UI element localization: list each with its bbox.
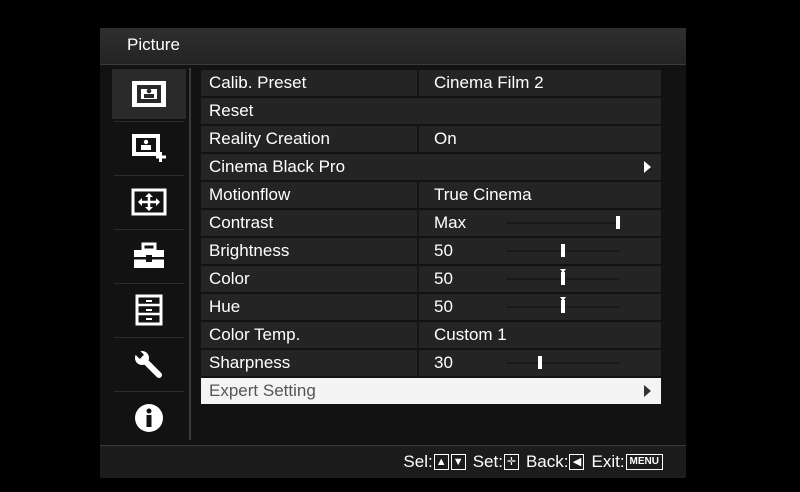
setting-label: Color Temp. <box>209 325 301 344</box>
setting-row-color-temp[interactable]: Color Temp. Custom 1 <box>201 322 661 348</box>
setting-row-reality-creation[interactable]: Reality Creation On <box>201 126 661 152</box>
back-hint-label: Back: <box>525 452 569 471</box>
info-icon <box>135 404 163 432</box>
row-separator <box>417 266 419 292</box>
row-separator <box>417 350 419 376</box>
setting-label: Reality Creation <box>209 129 330 148</box>
enter-key-icon: ✛ <box>503 454 519 470</box>
sidebar-divider <box>189 68 191 440</box>
setting-label: Brightness <box>209 241 290 260</box>
slider-center-mark <box>560 269 566 273</box>
value-slider[interactable] <box>506 244 620 257</box>
slider-thumb[interactable] <box>561 272 565 285</box>
setting-value: On <box>434 129 457 148</box>
menu-title-bar: Picture <box>100 28 686 65</box>
back-arrow-icon: ◀ <box>569 454 585 470</box>
value-slider[interactable] <box>506 216 620 229</box>
setting-row-motionflow[interactable]: Motionflow True Cinema <box>201 182 661 208</box>
settings-list: Calib. Preset Cinema Film 2 Reset Reality C… <box>201 70 661 406</box>
row-separator <box>417 70 419 96</box>
setting-row-calib-preset[interactable]: Calib. Preset Cinema Film 2 <box>201 70 661 96</box>
sidebar-item-cabinet[interactable] <box>112 285 186 338</box>
category-sidebar <box>106 65 186 446</box>
setting-row-color[interactable]: Color 50 <box>201 266 661 292</box>
setting-value: Custom 1 <box>434 325 507 344</box>
down-arrow-icon: ▼ <box>450 454 466 470</box>
footer-hints: Sel: ▲ ▼ Set: ✛ Back: ◀ Exit: MENU <box>100 445 686 478</box>
submenu-arrow-icon <box>644 385 651 397</box>
value-slider[interactable] <box>506 269 620 285</box>
setting-label: Contrast <box>209 213 274 232</box>
sidebar-item-picture-add[interactable] <box>112 123 186 176</box>
row-separator <box>417 322 419 348</box>
exit-hint-label: Exit: <box>591 452 625 471</box>
setting-value: True Cinema <box>434 185 532 204</box>
setting-label: Sharpness <box>209 353 291 372</box>
row-separator <box>417 182 419 208</box>
setting-value: 30 <box>434 353 453 372</box>
slider-thumb[interactable] <box>561 300 565 313</box>
sidebar-item-wrench[interactable] <box>112 339 186 392</box>
cabinet-icon <box>135 294 163 326</box>
setting-row-cinema-black-pro[interactable]: Cinema Black Pro <box>201 154 661 180</box>
setting-value: Max <box>434 213 467 232</box>
row-separator <box>417 126 419 152</box>
setting-label: Calib. Preset <box>209 73 307 92</box>
slider-thumb[interactable] <box>561 244 565 257</box>
setting-value: 50 <box>434 241 453 260</box>
toolbox-icon <box>134 242 164 268</box>
menu-key-icon: MENU <box>625 454 663 470</box>
wrench-icon <box>134 349 162 378</box>
sidebar-item-toolbox[interactable] <box>112 231 186 284</box>
setting-label: Color <box>209 269 250 288</box>
sidebar-item-info[interactable] <box>112 393 186 446</box>
picture-icon <box>132 81 166 107</box>
picture-add-icon <box>132 134 166 162</box>
slider-thumb[interactable] <box>616 216 620 229</box>
value-slider[interactable] <box>506 297 620 313</box>
setting-label: Reset <box>209 101 254 120</box>
setting-row-contrast[interactable]: Contrast Max <box>201 210 661 236</box>
row-separator <box>417 210 419 236</box>
select-hint-label: Sel: <box>403 452 433 471</box>
setting-value: Cinema Film 2 <box>434 73 544 92</box>
submenu-arrow-icon <box>644 161 651 173</box>
setting-value: 50 <box>434 297 453 316</box>
row-separator <box>417 238 419 264</box>
setting-label: Hue <box>209 297 241 316</box>
up-arrow-icon: ▲ <box>433 454 449 470</box>
slider-thumb[interactable] <box>538 356 543 369</box>
menu-title: Picture <box>127 35 180 54</box>
slider-center-mark <box>560 297 566 301</box>
setting-row-expert-setting[interactable]: Expert Setting <box>201 378 661 404</box>
value-slider[interactable] <box>506 356 620 369</box>
sidebar-item-picture[interactable] <box>112 69 186 122</box>
setting-value: 50 <box>434 269 453 288</box>
set-hint-label: Set: <box>472 452 503 471</box>
setting-label: Motionflow <box>209 185 291 204</box>
setting-row-reset[interactable]: Reset <box>201 98 661 124</box>
setting-label: Cinema Black Pro <box>209 157 346 176</box>
picture-menu-window: Picture Calib. Preset Cinema Film 2 Rese… <box>100 28 686 478</box>
setting-row-brightness[interactable]: Brightness 50 <box>201 238 661 264</box>
screen-icon <box>131 188 167 216</box>
setting-label: Expert Setting <box>209 381 316 400</box>
setting-row-sharpness[interactable]: Sharpness 30 <box>201 350 661 376</box>
sidebar-item-screen[interactable] <box>112 177 186 230</box>
row-separator <box>417 294 419 320</box>
setting-row-hue[interactable]: Hue 50 <box>201 294 661 320</box>
